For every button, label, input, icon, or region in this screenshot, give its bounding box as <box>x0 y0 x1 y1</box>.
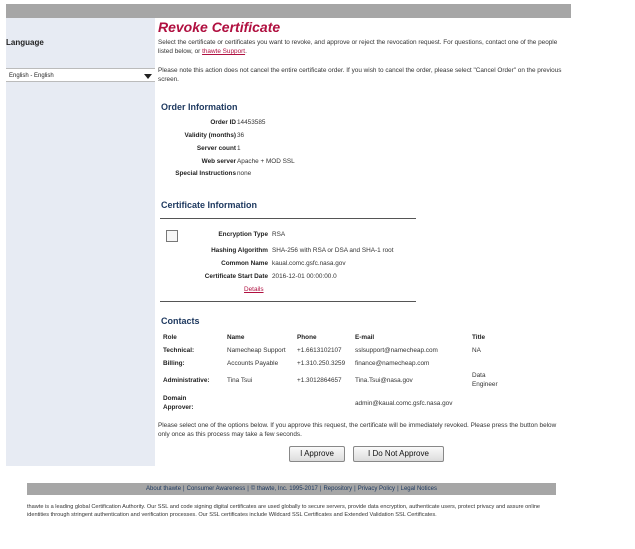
top-header-bar <box>6 4 571 18</box>
special-instructions-value: none <box>237 170 252 177</box>
thawte-support-link[interactable]: thawte Support <box>202 48 245 55</box>
approve-button[interactable]: I Approve <box>289 446 345 462</box>
order-id-label: Order ID <box>210 119 236 126</box>
common-name-value: kaual.comc.gsfc.nasa.gov <box>272 260 346 267</box>
contact-name: Tina Tsui <box>227 377 253 384</box>
validity-label: Validity (months) <box>184 132 236 139</box>
contact-role: Technical: <box>163 347 195 354</box>
column-header-name: Name <box>227 334 245 341</box>
contact-role: Billing: <box>163 360 185 367</box>
footer-link-about[interactable]: About thawte <box>144 486 183 492</box>
start-date-label: Certificate Start Date <box>204 273 268 280</box>
footer-link-privacy-policy[interactable]: Privacy Policy <box>356 486 397 492</box>
page-title: Revoke Certificate <box>158 19 281 35</box>
column-header-phone: Phone <box>297 334 317 341</box>
intro-end: . <box>245 48 247 56</box>
encryption-type-value: RSA <box>272 231 286 238</box>
column-header-role: Role <box>163 334 177 341</box>
validity-value: 36 <box>237 132 245 139</box>
contacts-heading: Contacts <box>161 316 200 326</box>
footer-link-repository[interactable]: Repository <box>321 486 354 492</box>
divider <box>160 218 416 219</box>
sidebar: Language English - English <box>6 18 155 466</box>
contact-name: Namecheap Support <box>227 347 286 354</box>
language-label: Language <box>6 38 44 47</box>
contact-phone: +1.6613102107 <box>297 347 342 354</box>
column-header-title: Title <box>472 334 486 341</box>
web-server-label: Web server <box>201 158 236 165</box>
chevron-down-icon <box>144 74 152 79</box>
footer-link-legal-notices[interactable]: Legal Notices <box>399 486 439 492</box>
footer-link-consumer-awareness[interactable]: Consumer Awareness <box>185 486 248 492</box>
details-link[interactable]: Details <box>244 286 264 293</box>
special-instructions-label: Special Instructions <box>175 170 236 177</box>
footer-copyright: © thawte, Inc. 1995-2017 <box>250 486 318 492</box>
order-info-heading: Order Information <box>161 102 238 112</box>
contact-email: sslsupport@namecheap.com <box>355 347 438 354</box>
contact-role: Administrative: <box>163 377 210 384</box>
divider <box>160 301 416 302</box>
contact-email: finance@namecheap.com <box>355 360 430 367</box>
encryption-type-label: Encryption Type <box>218 231 268 238</box>
contact-role: Domain Approver: <box>163 395 194 411</box>
server-count-label: Server count <box>196 145 236 152</box>
common-name-label: Common Name <box>221 260 268 267</box>
contact-phone: +1.3012864657 <box>297 377 342 384</box>
contact-name: Accounts Payable <box>227 360 279 367</box>
hashing-algorithm-label: Hashing Algorithm <box>211 247 268 254</box>
hashing-algorithm-value: SHA-256 with RSA or DSA and SHA-1 root <box>272 247 394 254</box>
order-id-value: 14453585 <box>237 119 266 126</box>
contact-email: Tina.Tsui@nasa.gov <box>355 377 413 384</box>
web-server-value: Apache + MOD SSL <box>237 158 295 165</box>
instructions-paragraph: Please select one of the options below. … <box>158 422 557 439</box>
reject-button[interactable]: I Do Not Approve <box>353 446 444 462</box>
contact-phone: +1.310.250.3259 <box>297 360 346 367</box>
certificate-info-heading: Certificate Information <box>161 200 258 210</box>
footer-description: thawte is a leading global Certification… <box>27 504 541 518</box>
main-content: Revoke Certificate Select the certificat… <box>158 18 570 466</box>
intro-paragraph: Select the certificate or certificates y… <box>158 38 568 56</box>
contact-title: Data Engineer <box>472 372 498 388</box>
footer-links-bar: About thawte | Consumer Awareness | © thawte… <box>27 483 556 495</box>
contact-title: NA <box>472 347 481 354</box>
start-date-value: 2016-12-01 00:00:00.0 <box>272 273 337 280</box>
server-count-value: 1 <box>237 145 241 152</box>
language-select[interactable]: English - English <box>6 68 155 82</box>
column-header-email: E-mail <box>355 334 375 341</box>
note-paragraph: Please note this action does not cancel … <box>158 67 562 84</box>
language-select-value: English - English <box>9 73 54 79</box>
contact-email: admin@kaual.comc.gsfc.nasa.gov <box>355 400 453 407</box>
certificate-select-checkbox[interactable] <box>166 230 178 242</box>
